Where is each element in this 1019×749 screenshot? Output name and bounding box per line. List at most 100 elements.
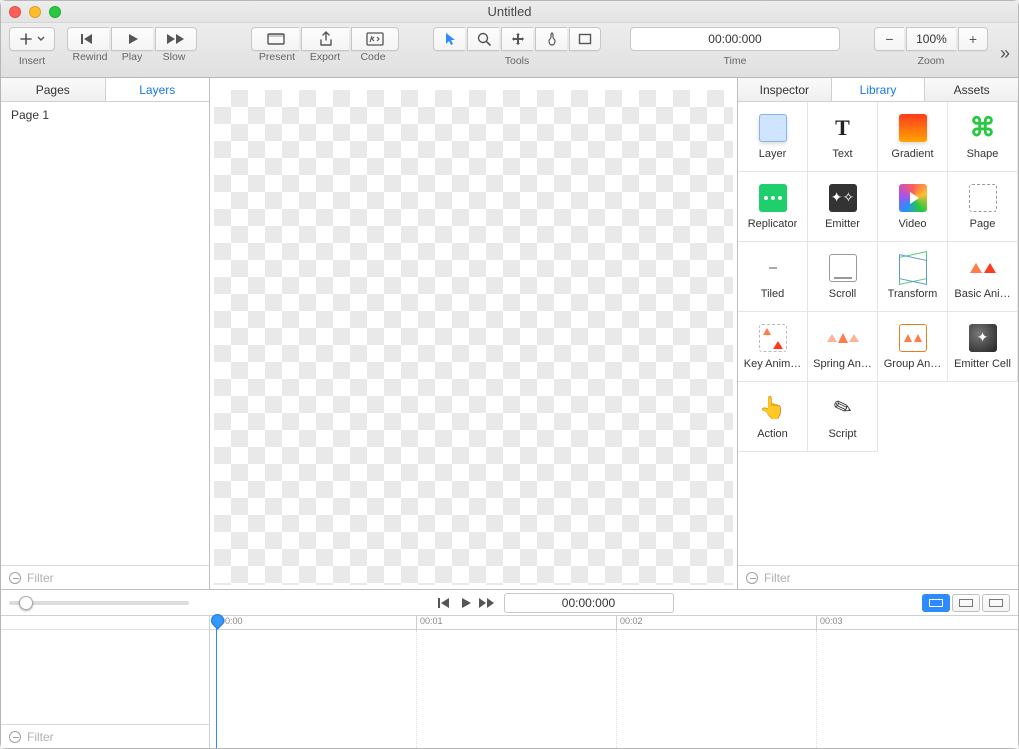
insert-button[interactable] — [9, 27, 55, 51]
code-icon — [366, 32, 384, 46]
zoom-out-button[interactable]: − — [874, 27, 904, 51]
slow-button[interactable] — [155, 27, 197, 51]
move-tool[interactable] — [501, 27, 533, 51]
zoom-window-button[interactable] — [49, 6, 61, 18]
canvas[interactable] — [210, 78, 737, 589]
right-filter-bar[interactable]: Filter — [738, 565, 1018, 589]
minimize-window-button[interactable] — [29, 6, 41, 18]
lib-emitter-cell[interactable]: ✦Emitter Cell — [948, 312, 1018, 382]
lib-video[interactable]: Video — [878, 172, 948, 242]
timeline-time-display[interactable]: 00:00:000 — [504, 593, 674, 613]
lib-scroll[interactable]: Scroll — [808, 242, 878, 312]
replicator-icon — [759, 184, 787, 212]
zoom-in-button[interactable]: + — [958, 27, 988, 51]
code-label: Code — [349, 51, 397, 63]
left-filter-placeholder: Filter — [27, 571, 54, 585]
lib-basic-anim[interactable]: Basic Ani… — [948, 242, 1018, 312]
playhead[interactable] — [216, 616, 217, 748]
shape-tool[interactable] — [569, 27, 601, 51]
timeline-view-2[interactable] — [952, 594, 980, 612]
filter-icon — [9, 731, 21, 743]
time-label: Time — [724, 55, 747, 67]
left-panel: Pages Layers Page 1 Filter — [1, 78, 210, 589]
present-label: Present — [253, 51, 301, 63]
lib-script[interactable]: ✎Script — [808, 382, 878, 452]
plus-icon: + — [969, 31, 977, 47]
export-icon — [319, 31, 333, 47]
time-display[interactable]: 00:00:000 — [630, 27, 840, 51]
tl-rewind-icon — [438, 597, 454, 609]
plus-icon — [19, 32, 33, 46]
zoom-tool[interactable] — [467, 27, 499, 51]
timeline-play-button[interactable] — [460, 597, 472, 609]
lib-transform[interactable]: Transform — [878, 242, 948, 312]
timeline-view-3[interactable] — [982, 594, 1010, 612]
lib-text[interactable]: TText — [808, 102, 878, 172]
slow-label: Slow — [153, 51, 195, 63]
lib-tiled[interactable]: Tiled — [738, 242, 808, 312]
right-filter-placeholder: Filter — [764, 571, 791, 585]
code-button[interactable] — [351, 27, 399, 51]
key-anim-icon — [759, 324, 787, 352]
play-label: Play — [111, 51, 153, 63]
timeline: 00:00:000 Filter 00:00 00:01 00:02 00:03 — [1, 589, 1018, 748]
tools-label: Tools — [437, 55, 597, 67]
close-window-button[interactable] — [9, 6, 21, 18]
canvas-checker — [214, 90, 733, 585]
layer-item-page1[interactable]: Page 1 — [1, 102, 209, 128]
play-button[interactable] — [111, 27, 153, 51]
toolbar-overflow[interactable]: » — [1000, 41, 1010, 64]
video-icon — [899, 184, 927, 212]
tab-assets[interactable]: Assets — [925, 78, 1018, 101]
present-button[interactable] — [251, 27, 299, 51]
lib-key-anim[interactable]: Key Anim… — [738, 312, 808, 382]
timeline-zoom-slider[interactable] — [9, 601, 189, 605]
spring-anim-icon — [829, 324, 857, 352]
action-icon: 👆 — [759, 394, 787, 422]
rewind-label: Rewind — [69, 51, 111, 63]
export-label: Export — [301, 51, 349, 63]
timeline-rewind-button[interactable] — [438, 597, 454, 609]
tab-pages[interactable]: Pages — [1, 78, 106, 101]
timeline-filter-bar[interactable]: Filter — [1, 724, 209, 748]
tab-inspector[interactable]: Inspector — [738, 78, 832, 101]
rewind-button[interactable] — [67, 27, 109, 51]
present-icon — [267, 32, 285, 46]
group-anim-icon — [899, 324, 927, 352]
lib-layer[interactable]: Layer — [738, 102, 808, 172]
zoom-display[interactable]: 100% — [906, 27, 956, 51]
filter-icon — [9, 572, 21, 584]
export-button[interactable] — [301, 27, 349, 51]
lib-replicator[interactable]: Replicator — [738, 172, 808, 242]
lib-group-anim[interactable]: Group An… — [878, 312, 948, 382]
tab-library[interactable]: Library — [832, 78, 926, 101]
timeline-view-1[interactable] — [922, 594, 950, 612]
lib-gradient[interactable]: Gradient — [878, 102, 948, 172]
lib-emitter[interactable]: ✦✧Emitter — [808, 172, 878, 242]
timeline-tracks-area[interactable]: 00:00 00:01 00:02 00:03 — [210, 616, 1018, 748]
timeline-track-list[interactable] — [1, 630, 209, 724]
minus-icon: − — [885, 31, 893, 47]
text-icon: T — [829, 114, 857, 142]
cursor-icon — [444, 32, 456, 46]
play-icon — [127, 33, 139, 45]
select-tool[interactable] — [433, 27, 465, 51]
script-icon: ✎ — [825, 390, 861, 426]
tiled-icon — [759, 254, 787, 282]
paint-tool[interactable] — [535, 27, 567, 51]
slow-icon — [166, 33, 186, 45]
lib-shape[interactable]: ⌘Shape — [948, 102, 1018, 172]
magnify-icon — [477, 32, 491, 46]
chevron-down-icon — [37, 35, 45, 43]
lib-page[interactable]: Page — [948, 172, 1018, 242]
lib-action[interactable]: 👆Action — [738, 382, 808, 452]
filter-icon — [746, 572, 758, 584]
lib-spring-anim[interactable]: Spring An… — [808, 312, 878, 382]
insert-label: Insert — [19, 55, 45, 67]
timeline-ruler[interactable]: 00:00 00:01 00:02 00:03 — [210, 616, 1018, 630]
left-filter-bar[interactable]: Filter — [1, 565, 209, 589]
shape-icon: ⌘ — [969, 114, 997, 142]
tab-layers[interactable]: Layers — [106, 78, 210, 101]
layer-icon — [759, 114, 787, 142]
timeline-fastfwd-button[interactable] — [478, 597, 496, 609]
